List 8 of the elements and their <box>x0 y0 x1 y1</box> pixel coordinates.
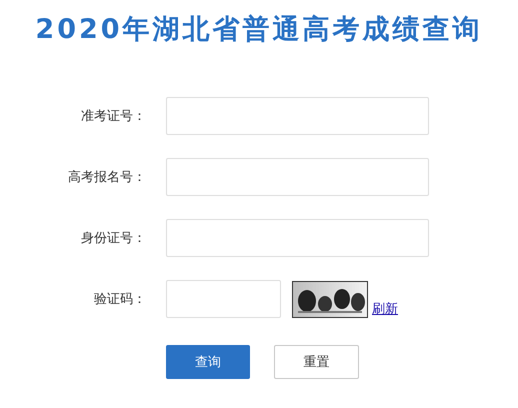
field-label: 高考报名号： <box>67 169 146 186</box>
page-title: 2020年湖北省普通高考成绩查询 <box>35 14 483 46</box>
refresh-link[interactable]: 刷新 <box>372 300 398 318</box>
field-label: 准考证号： <box>80 108 146 125</box>
field-label: 身份证号： <box>80 230 146 247</box>
reset-button[interactable]: 重置 <box>274 345 359 379</box>
field-label: 验证码： <box>93 291 146 308</box>
search-button[interactable]: 查询 <box>166 345 250 379</box>
